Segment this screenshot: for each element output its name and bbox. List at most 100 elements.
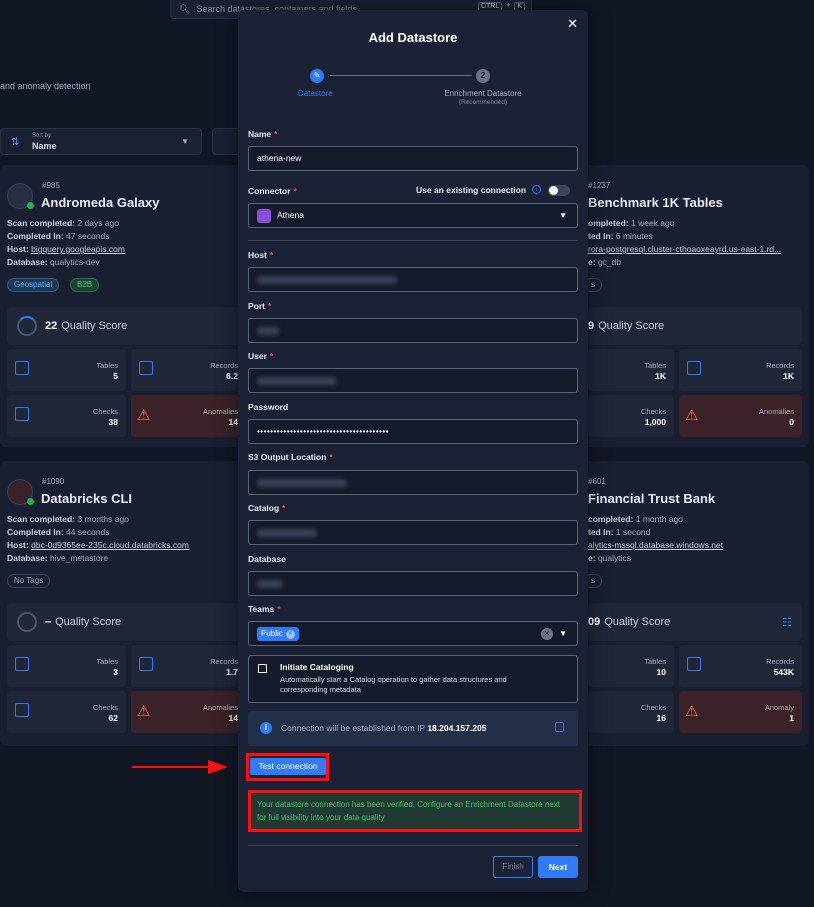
s3-output-input[interactable] [248,470,578,495]
chip-remove-icon[interactable]: ✕ [285,629,295,639]
stat-checks: Checks 16 [588,691,674,733]
tag-badge: No Tags [7,574,51,588]
step-1-pencil-icon: ✎ [310,69,324,83]
existing-connection-toggle[interactable] [548,185,570,196]
records-icon [139,657,153,671]
info-icon[interactable]: i [532,185,541,194]
chevron-down-icon: ▼ [559,211,567,220]
score-ring-icon [17,316,37,336]
tag-badge[interactable]: B2B [70,278,100,292]
test-connection-button[interactable]: Test connection [250,758,326,775]
redacted-value [257,580,283,588]
port-input[interactable] [248,318,578,343]
stat-records: Records 6.2 [131,349,246,391]
datastore-name: Benchmark 1K Tables [588,195,723,210]
connector-select[interactable]: Athena ▼ [248,203,578,228]
datastore-name: Financial Trust Bank [588,491,716,506]
table-icon [15,657,29,671]
datastore-card[interactable]: #985 Andromeda Galaxy Scan completed: 2 … [0,165,246,447]
name-input[interactable]: athena-new [248,146,578,171]
stat-anomalies: ⚠ Anomalies 0 [679,395,802,437]
datastore-logo [7,183,34,209]
warning-icon: ⚠ [137,703,151,720]
warning-icon: ⚠ [137,407,151,424]
divider [248,845,578,846]
sort-value: Name [32,141,57,151]
sort-select[interactable]: ⇅ Sort by Name ▼ [0,128,202,155]
stat-checks: Checks 38 [7,395,126,437]
stat-anomalies: ⚠ Anomalies 14 [131,691,246,733]
team-chip[interactable]: Public ✕ [257,627,299,641]
datastore-id: #1237 [588,181,611,190]
datastore-meta: ompleted: 1 week ago ted In: 6 minutes r… [588,218,782,267]
name-label: Name * [248,129,278,139]
stat-anomalies: ⚠ Anomaly 1 [679,691,802,733]
quality-score: 22 Quality Score [7,307,246,345]
stat-tables: Tables 1K [588,349,674,391]
quality-score: – Quality Score [7,603,246,641]
host-input[interactable] [248,267,578,292]
initiate-cataloging-title: Initiate Cataloging [280,662,354,672]
initiate-cataloging-desc: Automatically start a Catalog operation … [280,675,507,694]
checks-icon [15,407,29,421]
password-input[interactable]: •••••••••••••••••••••••••••••••••••••••• [248,419,578,444]
athena-icon [257,209,271,223]
database-input[interactable] [248,571,578,596]
chevron-down-icon[interactable]: ▼ [559,622,567,645]
connection-success-message: Your datastore connection has been verif… [248,790,582,832]
copy-icon[interactable] [555,722,564,732]
info-icon: i [260,722,272,734]
score-ring-icon [17,612,37,632]
datastore-card[interactable]: #1090 Databricks CLI Scan completed: 3 m… [0,461,246,746]
user-label: User * [248,351,274,361]
s3-output-label: S3 Output Location * [248,452,333,462]
search-icon: 🔍︎ [179,3,191,14]
connection-ip-info: i Connection will be established from IP… [248,711,578,746]
datastore-card[interactable]: #1237 Benchmark 1K Tables ompleted: 1 we… [570,165,809,447]
connector-label: Connector * [248,186,297,196]
tag-badge[interactable]: Geospatial [7,278,60,292]
status-dot [27,202,34,209]
stepper-line [330,75,471,76]
host-label: Host * [248,250,274,260]
password-label: Password [248,402,289,412]
stat-records: Records 1.7 [131,645,246,687]
table-icon [15,361,29,375]
hierarchy-icon[interactable]: ☷ [782,616,792,629]
teams-label: Teams * [248,604,281,614]
port-label: Port * [248,301,272,311]
redacted-value [257,327,279,335]
modal-title: Add Datastore [368,30,458,45]
redacted-value [257,276,397,284]
redacted-value [257,479,347,487]
datastore-id: #985 [42,181,60,190]
initiate-cataloging-checkbox[interactable] [258,664,267,673]
database-label: Database [248,554,286,564]
annotation-arrow [132,760,228,774]
redacted-value [257,377,337,385]
stat-anomalies: ⚠ Anomalies 14 [131,395,246,437]
user-input[interactable] [248,368,578,393]
records-icon [139,361,153,375]
ip-info-text: Connection will be established from IP 1… [281,723,487,733]
step-2-indicator: 2 [476,69,490,83]
close-icon[interactable]: ✕ [567,16,578,32]
teams-select[interactable]: Public ✕ ✕ ▼ [248,621,578,646]
catalog-input[interactable] [248,520,578,545]
stat-checks: Checks 62 [7,691,126,733]
next-button[interactable]: Next [538,856,578,878]
stat-checks: Checks 1,000 [588,395,674,437]
initiate-cataloging-option[interactable]: Initiate Cataloging Automatically start … [248,655,578,703]
clear-icon[interactable]: ✕ [541,628,553,640]
step-2-label: Enrichment Datastore [444,89,522,98]
records-icon [687,657,701,671]
divider [248,240,578,241]
step-2-sublabel: (Recommended) [458,99,508,106]
sort-icon: ⇅ [11,137,20,148]
status-dot [27,498,34,505]
finish-button[interactable]: Finish [493,856,533,878]
datastore-card[interactable]: #601 Financial Trust Bank completed: 1 m… [570,461,809,746]
datastore-id: #601 [588,477,606,486]
checks-icon [15,703,29,717]
page-subtitle: and anomaly detection [0,81,91,91]
